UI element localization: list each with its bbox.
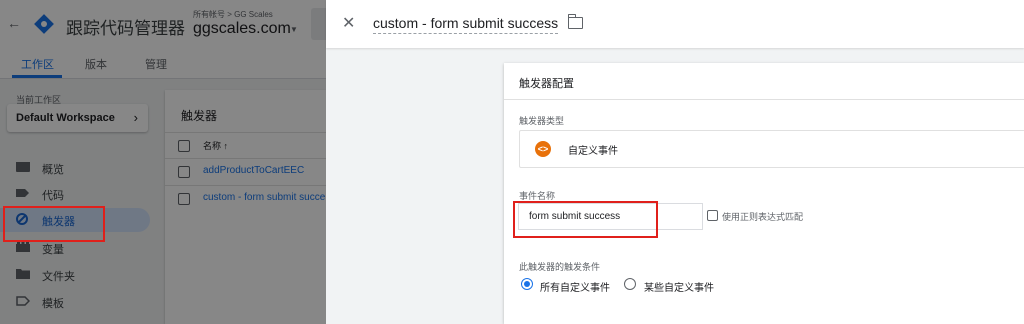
highlight-box-triggers [3, 206, 105, 242]
radio-label: 某些自定义事件 [644, 283, 714, 294]
close-icon[interactable]: ✕ [342, 13, 355, 33]
radio-all-custom-events[interactable] [521, 278, 533, 290]
panel-header: ✕ custom - form submit success [326, 0, 1024, 48]
trigger-title[interactable]: custom - form submit success [373, 15, 559, 34]
regex-label: 使用正则表达式匹配 [722, 212, 804, 222]
custom-event-icon: <> [535, 141, 551, 157]
trigger-type-value: 自定义事件 [568, 146, 618, 157]
config-title: 触发器配置 [519, 78, 574, 90]
radio-label: 所有自定义事件 [540, 283, 610, 294]
fires-on-label: 此触发器的触发条件 [519, 262, 601, 272]
trigger-editor-panel: ✕ custom - form submit success 触发器配置 触发器… [326, 0, 1024, 324]
highlight-box-event-name [513, 201, 658, 238]
trigger-type-label: 触发器类型 [519, 116, 565, 126]
trigger-type-selector[interactable]: <> 自定义事件 [519, 130, 1024, 168]
trigger-configuration-card: 触发器配置 触发器类型 <> 自定义事件 事件名称 form submit su… [504, 63, 1024, 324]
folder-icon[interactable] [567, 14, 583, 29]
radio-some-custom-events[interactable] [624, 278, 636, 290]
regex-checkbox[interactable] [707, 210, 718, 221]
modal-scrim[interactable] [0, 0, 326, 324]
config-header: 触发器配置 [504, 63, 1024, 100]
